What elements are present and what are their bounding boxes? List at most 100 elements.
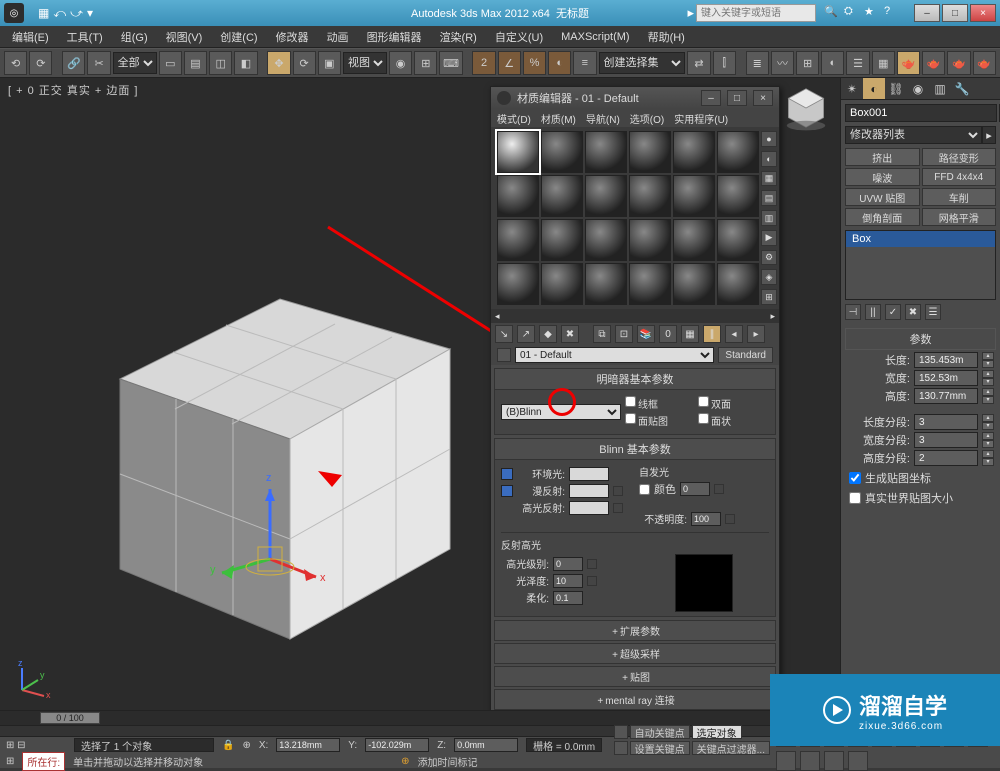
menu-modifiers[interactable]: 修改器 xyxy=(268,27,317,47)
go-forward-icon[interactable]: ▸ xyxy=(747,325,765,343)
qat-more-icon[interactable]: ▾ xyxy=(87,6,93,20)
get-material-icon[interactable]: ↘ xyxy=(495,325,513,343)
material-slot-19[interactable] xyxy=(497,263,539,305)
render-frame-icon[interactable]: ▦ xyxy=(872,51,895,75)
input-opacity[interactable] xyxy=(691,512,721,526)
layers-icon[interactable]: ≣ xyxy=(746,51,769,75)
material-slot-10[interactable] xyxy=(629,175,671,217)
gloss-map-slot[interactable] xyxy=(587,576,597,586)
me-maximize-button[interactable]: □ xyxy=(727,90,747,106)
pin-stack-icon[interactable]: ⊣ xyxy=(845,304,861,320)
setkey-icon[interactable] xyxy=(614,741,628,755)
mod-btn-noise[interactable]: 噪波 xyxy=(845,168,920,186)
viewcube[interactable] xyxy=(782,84,830,132)
autokey-button[interactable]: 自动关键点 xyxy=(630,725,690,739)
mod-btn-lathe[interactable]: 车削 xyxy=(922,188,997,206)
material-slot-14[interactable] xyxy=(541,219,583,261)
input-length[interactable] xyxy=(914,352,978,368)
input-gloss[interactable] xyxy=(553,574,583,588)
snap-spinner-icon[interactable]: ◐ xyxy=(548,51,571,75)
me-minimize-button[interactable]: – xyxy=(701,90,721,106)
tab-modify[interactable]: ◐ xyxy=(863,78,885,99)
render-setup-icon[interactable]: ☰ xyxy=(846,51,869,75)
mod-btn-uvw[interactable]: UVW 贴图 xyxy=(845,188,920,206)
zoom-ext-icon[interactable] xyxy=(800,751,820,771)
make-copy-icon[interactable]: ⧉ xyxy=(593,325,611,343)
stack-item-box[interactable]: Box xyxy=(846,231,995,247)
mat-id-icon[interactable]: 0 xyxy=(659,325,677,343)
menu-customize[interactable]: 自定义(U) xyxy=(487,27,551,47)
listener-icon[interactable]: ⊞ xyxy=(6,756,14,767)
scale-icon[interactable]: ▣ xyxy=(318,51,341,75)
redo-icon[interactable]: ⟳ xyxy=(29,51,52,75)
material-name-dropdown[interactable]: 01 - Default xyxy=(515,347,714,363)
make-unique-icon[interactable]: ✓ xyxy=(885,304,901,320)
snap-2d-icon[interactable]: 2 xyxy=(472,51,495,75)
keyboard-icon[interactable]: ⌨ xyxy=(439,51,462,75)
material-slot-16[interactable] xyxy=(629,219,671,261)
chk-selfillum-color[interactable] xyxy=(639,484,650,495)
tab-create[interactable]: ✴ xyxy=(841,78,863,99)
material-slot-7[interactable] xyxy=(497,175,539,217)
make-preview-icon[interactable]: ▶ xyxy=(761,230,777,246)
select-by-mat-icon[interactable]: ◈ xyxy=(761,269,777,285)
me-menu-options[interactable]: 选项(O) xyxy=(630,111,664,126)
menu-group[interactable]: 组(G) xyxy=(113,27,156,47)
mat-map-nav-icon[interactable]: ⊞ xyxy=(761,289,777,305)
go-parent-icon[interactable]: ◂ xyxy=(725,325,743,343)
show-end-icon[interactable]: || xyxy=(865,304,881,320)
options-icon[interactable]: ⚙ xyxy=(761,250,777,266)
render-prod-icon[interactable]: 🫖 xyxy=(922,51,945,75)
opacity-map-slot[interactable] xyxy=(725,514,735,524)
rollup-mentalray[interactable]: +mental ray 连接 xyxy=(494,689,776,710)
menu-grapheditors[interactable]: 图形编辑器 xyxy=(359,27,430,47)
menu-views[interactable]: 视图(V) xyxy=(158,27,211,47)
link-icon[interactable]: 🔗 xyxy=(62,51,85,75)
material-editor-icon[interactable]: ◐ xyxy=(821,51,844,75)
help-search-input[interactable] xyxy=(696,4,816,22)
infocenter-help-icon[interactable]: ⛭ xyxy=(844,5,860,21)
modifier-list-config-icon[interactable]: ▸ xyxy=(982,126,996,144)
coord-z[interactable] xyxy=(454,738,518,752)
unlink-icon[interactable]: ✂ xyxy=(87,51,110,75)
modifier-stack[interactable]: Box xyxy=(845,230,996,300)
menu-tools[interactable]: 工具(T) xyxy=(59,27,111,47)
ambient-swatch[interactable] xyxy=(569,467,609,481)
ambient-lock-icon[interactable] xyxy=(501,468,513,480)
manip-icon[interactable]: ⊞ xyxy=(414,51,437,75)
trackbar-icons[interactable]: ⊞ ⊟ xyxy=(6,740,66,751)
abs-rel-icon[interactable]: ⊕ xyxy=(242,740,250,751)
search-chevron-icon[interactable]: ▸ xyxy=(687,5,694,21)
show-map-icon[interactable]: ▦ xyxy=(681,325,699,343)
tab-display[interactable]: ▥ xyxy=(929,78,951,99)
menu-help[interactable]: 帮助(H) xyxy=(640,27,693,47)
snap-percent-icon[interactable]: % xyxy=(523,51,546,75)
slot-scrollbar[interactable]: ◂▸ xyxy=(491,309,779,323)
input-selfillum[interactable] xyxy=(680,482,710,496)
mod-btn-pathdeform[interactable]: 路径变形 xyxy=(922,148,997,166)
material-slot-24[interactable] xyxy=(717,263,759,305)
material-slot-18[interactable] xyxy=(717,219,759,261)
background-icon[interactable]: ▦ xyxy=(761,171,777,187)
specular-map-slot[interactable] xyxy=(613,503,623,513)
material-slot-22[interactable] xyxy=(629,263,671,305)
qat-redo-icon[interactable]: ⤻ xyxy=(70,6,83,21)
material-slot-11[interactable] xyxy=(673,175,715,217)
object-name-input[interactable] xyxy=(845,104,997,122)
addtime-label[interactable]: 添加时间标记 xyxy=(418,754,478,769)
material-slot-21[interactable] xyxy=(585,263,627,305)
material-slot-12[interactable] xyxy=(717,175,759,217)
backlight-icon[interactable]: ◐ xyxy=(761,151,777,167)
rollup-parameters-header[interactable]: 参数 xyxy=(845,328,996,350)
material-slot-9[interactable] xyxy=(585,175,627,217)
select-icon[interactable]: ▭ xyxy=(159,51,182,75)
reset-map-icon[interactable]: ✖ xyxy=(561,325,579,343)
me-menu-material[interactable]: 材质(M) xyxy=(541,111,576,126)
undo-icon[interactable]: ⟲ xyxy=(4,51,27,75)
fov-icon[interactable] xyxy=(824,751,844,771)
rotate-icon[interactable]: ⟳ xyxy=(293,51,316,75)
material-slot-2[interactable] xyxy=(541,131,583,173)
put-to-lib-icon[interactable]: 📚 xyxy=(637,325,655,343)
material-slot-3[interactable] xyxy=(585,131,627,173)
lock-selection-icon[interactable]: 🔒 xyxy=(222,740,234,751)
